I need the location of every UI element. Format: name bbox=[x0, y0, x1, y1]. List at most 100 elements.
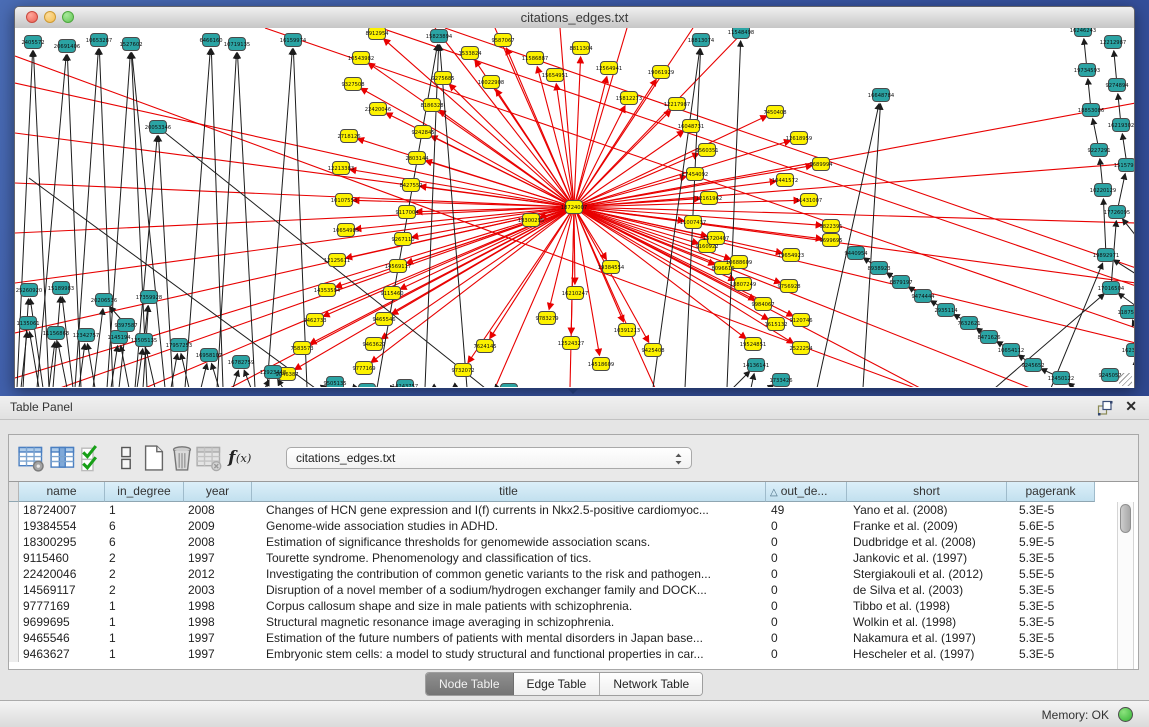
table-row[interactable]: 1456911722003Disruption of a novel membe… bbox=[9, 582, 1138, 598]
graph-node-label: 20691406 bbox=[54, 44, 80, 50]
table-cell: 9465546 bbox=[19, 630, 105, 646]
select-all-icon bbox=[79, 444, 107, 472]
select-all-button[interactable] bbox=[79, 444, 109, 474]
graph-node-label: 12618959 bbox=[786, 136, 812, 142]
table-panel: Table Panel ✕ bbox=[0, 396, 1149, 700]
graph-edge bbox=[733, 371, 750, 387]
graph-node-label: 11431007 bbox=[796, 198, 822, 204]
graph-node-label: 6466160 bbox=[199, 38, 222, 44]
graph-node[interactable] bbox=[501, 384, 518, 388]
table-cell: 0 bbox=[766, 550, 847, 566]
close-panel-button[interactable]: ✕ bbox=[1125, 398, 1137, 415]
graph-node-label: 8811304 bbox=[569, 46, 593, 52]
panel-grabber-icon[interactable] bbox=[568, 389, 578, 394]
column-header-in-degree[interactable]: in_degree bbox=[105, 482, 184, 502]
tab-node-table[interactable]: Node Table bbox=[426, 673, 514, 695]
graph-node-label: 7624145 bbox=[473, 344, 496, 350]
table-row[interactable]: 946554611997Estimation of the future num… bbox=[9, 630, 1138, 646]
graph-node-label: 11548498 bbox=[728, 30, 754, 36]
graph-node-label: 1187533 bbox=[1117, 310, 1134, 316]
scrollbar-thumb[interactable] bbox=[1120, 504, 1131, 533]
table-options-icon bbox=[17, 444, 45, 472]
table-cell: Embryonic stem cells: a model to study s… bbox=[252, 646, 766, 662]
table-row[interactable]: 1872400712008Changes of HCN gene express… bbox=[9, 502, 1138, 518]
tab-network-table[interactable]: Network Table bbox=[600, 673, 702, 695]
graph-edge bbox=[574, 207, 1134, 343]
table-row[interactable]: 2242004622012Investigating the contribut… bbox=[9, 566, 1138, 582]
graph-edge bbox=[1118, 293, 1134, 306]
combo-arrows-icon bbox=[673, 452, 684, 472]
minimize-window-button[interactable] bbox=[44, 11, 56, 23]
graph-node-label: 9474444 bbox=[911, 294, 935, 300]
table-row[interactable]: 946362711997Embryonic stem cells: a mode… bbox=[9, 646, 1138, 662]
table-row[interactable]: 977716911998Corpus callosum shape and si… bbox=[9, 598, 1138, 614]
network-canvas[interactable]: 1872400789129541054398293275082242004627… bbox=[15, 28, 1134, 388]
table-cell: Estimation of the future numbers of pati… bbox=[252, 630, 766, 646]
graph-node-label: 14353594 bbox=[314, 288, 341, 294]
network-graph[interactable]: 1872400789129541054398293275082242004627… bbox=[15, 28, 1134, 387]
table-cell: 1997 bbox=[184, 646, 252, 662]
graph-node-label: 1733426 bbox=[769, 378, 792, 384]
graph-edge bbox=[53, 297, 60, 387]
zoom-window-button[interactable] bbox=[62, 11, 74, 23]
table-cell: Estimation of significance thresholds fo… bbox=[252, 534, 766, 550]
network-window[interactable]: citations_edges.txt 18724007891295410543… bbox=[14, 6, 1135, 388]
close-window-button[interactable] bbox=[26, 11, 38, 23]
graph-node-label: 19061929 bbox=[648, 70, 674, 76]
table-options-button[interactable] bbox=[17, 444, 47, 474]
float-panel-button[interactable] bbox=[1097, 400, 1113, 416]
table-cell: 5.3E-5 bbox=[1007, 502, 1095, 518]
table-cell: 19384554 bbox=[19, 518, 105, 534]
table-cell: Nakamura et al. (1997) bbox=[847, 630, 1007, 646]
table-cell: 2 bbox=[105, 582, 184, 598]
table-vertical-scrollbar[interactable] bbox=[1117, 502, 1134, 669]
table-row[interactable]: 1938455462009Genome-wide association stu… bbox=[9, 518, 1138, 534]
graph-node-label: 1615132 bbox=[764, 322, 787, 328]
graph-node-label: 18724007 bbox=[561, 205, 587, 211]
table-row[interactable]: 969969511998Structural magnetic resonanc… bbox=[9, 614, 1138, 630]
table-cell: 0 bbox=[766, 630, 847, 646]
delete-table-button[interactable] bbox=[195, 444, 225, 474]
graph-node-label: 8186328 bbox=[420, 103, 443, 109]
window-titlebar[interactable]: citations_edges.txt bbox=[15, 7, 1134, 29]
graph-node-label: 12125611 bbox=[324, 258, 350, 264]
deselect-all-button[interactable] bbox=[112, 444, 142, 474]
graph-node-label: 12342757 bbox=[73, 333, 99, 339]
graph-node-label: 9560351 bbox=[695, 148, 718, 154]
graph-node-label: 9117004 bbox=[395, 210, 419, 216]
new-column-button[interactable] bbox=[140, 444, 170, 474]
attribute-table: name in_degree year title △out_de... sho… bbox=[9, 481, 1138, 669]
graph-node-label: 17454092 bbox=[682, 172, 708, 178]
table-cell: 0 bbox=[766, 582, 847, 598]
tab-edge-table[interactable]: Edge Table bbox=[514, 673, 601, 695]
graph-node-label: 9245652 bbox=[1021, 363, 1044, 369]
graph-node-label: 19654923 bbox=[778, 253, 804, 259]
table-selector[interactable]: citations_edges.txt bbox=[286, 447, 692, 469]
function-builder-button[interactable]: f (x) bbox=[227, 444, 257, 474]
column-header-short[interactable]: short bbox=[847, 482, 1007, 502]
resize-grip[interactable] bbox=[1119, 373, 1132, 386]
show-columns-button[interactable] bbox=[49, 444, 79, 474]
graph-edge bbox=[93, 309, 103, 387]
table-cell: 5.6E-5 bbox=[1007, 518, 1095, 534]
table-cell: Dudbridge et al. (2008) bbox=[847, 534, 1007, 550]
graph-node-label: 12213383 bbox=[328, 166, 354, 172]
table-body: 1872400712008Changes of HCN gene express… bbox=[9, 502, 1138, 662]
graph-node-label: 14243757 bbox=[392, 384, 418, 387]
table-cell: 0 bbox=[766, 614, 847, 630]
delete-columns-button[interactable] bbox=[168, 444, 198, 474]
show-columns-icon bbox=[49, 444, 77, 472]
column-header-out-degree[interactable]: △out_de... bbox=[766, 482, 847, 502]
table-row[interactable]: 1830029562008Estimation of significance … bbox=[9, 534, 1138, 550]
column-header-pagerank[interactable]: pagerank bbox=[1007, 482, 1095, 502]
column-header-title[interactable]: title bbox=[252, 482, 766, 502]
table-row[interactable]: 911546021997Tourette syndrome. Phenomeno… bbox=[9, 550, 1138, 566]
column-header-year[interactable]: year bbox=[184, 482, 252, 502]
graph-node-label: 16219302 bbox=[1108, 123, 1134, 129]
graph-node[interactable] bbox=[359, 384, 376, 388]
graph-edge bbox=[15, 133, 574, 207]
graph-node-label: 1135061 bbox=[16, 321, 39, 327]
column-header-name[interactable]: name bbox=[19, 482, 105, 502]
table-cell: 2009 bbox=[184, 518, 252, 534]
graph-node-label: 8096610 bbox=[711, 266, 734, 272]
